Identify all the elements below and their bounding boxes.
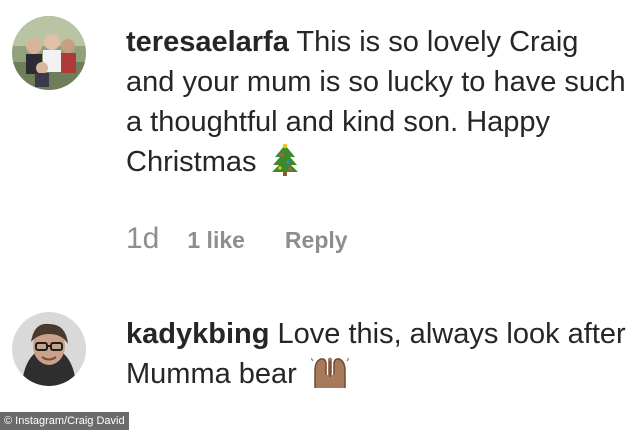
image-credit: © Instagram/Craig David — [0, 412, 129, 430]
comment-timestamp[interactable]: 1d — [126, 222, 159, 256]
christmas-tree-icon — [271, 143, 299, 188]
raised-hands-icon — [310, 355, 350, 400]
comment-item: kadykbing Love this, always look after M… — [0, 300, 634, 410]
comment-body: teresaelarfa This is so lovely Craig and… — [126, 22, 626, 188]
comment-meta: 1d 1 like Reply — [126, 222, 348, 256]
reply-button[interactable]: Reply — [285, 227, 348, 254]
comment-username[interactable]: kadykbing — [126, 318, 269, 350]
avatar-photo-icon — [12, 16, 86, 90]
likes-count-button[interactable]: 1 like — [187, 227, 245, 254]
comment-username[interactable]: teresaelarfa — [126, 26, 289, 58]
avatar[interactable] — [12, 16, 86, 90]
avatar[interactable] — [12, 312, 86, 386]
comment-item: teresaelarfa This is so lovely Craig and… — [0, 0, 634, 290]
avatar-photo-icon — [12, 312, 86, 386]
comment-body: kadykbing Love this, always look after M… — [126, 314, 626, 400]
